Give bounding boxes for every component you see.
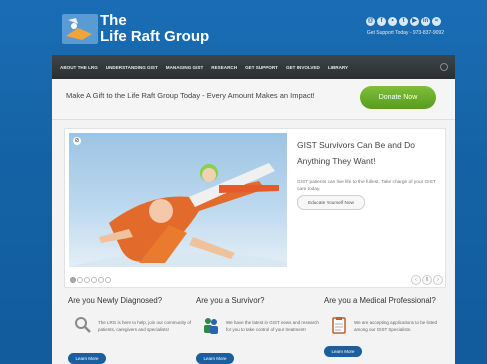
hero-slider: ⊘ GIST Survivors Can Be and Do Anything …: [64, 128, 446, 288]
nav-managing-gist[interactable]: MANAGING GIST: [166, 65, 204, 70]
nav-research[interactable]: RESEARCH: [211, 65, 237, 70]
nav-understanding-gist[interactable]: UNDERSTANDING GIST: [106, 65, 158, 70]
pause-icon[interactable]: ⊘: [73, 137, 81, 145]
people-icon: [204, 318, 218, 334]
nav-get-involved[interactable]: GET INVOLVED: [286, 65, 320, 70]
youtube-icon[interactable]: ▶: [410, 17, 419, 26]
survivor-heading: Are you a Survivor?: [196, 296, 265, 305]
educate-yourself-button[interactable]: Educate Yourself Now: [297, 195, 365, 210]
survivor-text: We have the latest in GIST news and rese…: [226, 320, 319, 332]
slide-dot[interactable]: [98, 277, 104, 283]
nav-library[interactable]: LIBRARY: [328, 65, 348, 70]
newly-diagnosed-text: The LRG is here to help, join our commun…: [98, 320, 192, 332]
prev-slide-icon[interactable]: ‹: [411, 275, 421, 285]
clipboard-icon: [332, 317, 346, 334]
donate-button[interactable]: Donate Now: [360, 86, 436, 109]
rss-icon[interactable]: ≈: [432, 17, 441, 26]
slide-dot[interactable]: [84, 277, 90, 283]
survivor-section: Are you a Survivor? We have the latest i…: [196, 296, 321, 364]
magnifier-icon: [75, 317, 91, 333]
medical-professional-heading: Are you a Medical Professional?: [324, 296, 436, 305]
support-phone[interactable]: Get Support Today - 973-837-9092: [326, 30, 444, 36]
slide-description: GIST patients can live life to the fulle…: [297, 180, 436, 192]
facebook-icon[interactable]: f: [377, 17, 386, 26]
next-slide-icon[interactable]: ›: [433, 275, 443, 285]
donation-banner: Make A Gift to the Life Raft Group Today…: [52, 79, 455, 120]
pause-slide-icon[interactable]: ǁ: [422, 275, 432, 285]
social-icons: @ f • t ▶ in ≈: [366, 17, 441, 26]
life-raft-logo-icon[interactable]: [62, 14, 98, 44]
slide-dot[interactable]: [70, 277, 76, 283]
twitter-icon[interactable]: t: [399, 17, 408, 26]
skydiving-photo: ⊘: [69, 133, 287, 267]
nav-about[interactable]: ABOUT THE LRG: [60, 65, 98, 70]
flickr-icon[interactable]: •: [388, 17, 397, 26]
learn-more-button[interactable]: Learn More: [196, 353, 234, 364]
newly-diagnosed-section: Are you Newly Diagnosed? The LRG is here…: [68, 296, 193, 364]
site-title[interactable]: The Life Raft Group: [100, 13, 209, 45]
email-icon[interactable]: @: [366, 17, 375, 26]
slide-title: GIST Survivors Can Be and Do Anything Th…: [297, 140, 415, 166]
learn-more-button[interactable]: Learn More: [324, 346, 362, 357]
medical-professional-text: We are accepting applications to be list…: [354, 320, 437, 332]
slider-controls: ‹ ǁ ›: [411, 275, 443, 285]
donation-message: Make A Gift to the Life Raft Group Today…: [66, 91, 315, 100]
slide-dot[interactable]: [77, 277, 83, 283]
linkedin-icon[interactable]: in: [421, 17, 430, 26]
main-nav: ABOUT THE LRG UNDERSTANDING GIST MANAGIN…: [52, 55, 455, 79]
newly-diagnosed-heading: Are you Newly Diagnosed?: [68, 296, 163, 305]
nav-get-support[interactable]: GET SUPPORT: [245, 65, 278, 70]
skydiving-illustration: [70, 163, 287, 267]
slide-dot[interactable]: [91, 277, 97, 283]
medical-professional-section: Are you a Medical Professional? We are a…: [324, 296, 449, 364]
site-title-line2: Life Raft Group: [100, 28, 210, 45]
search-icon[interactable]: [440, 63, 448, 71]
slide-dot[interactable]: [105, 277, 111, 283]
slide-pagination: [70, 277, 111, 283]
site-title-line1: The: [100, 12, 127, 29]
learn-more-button[interactable]: Learn More: [68, 353, 106, 364]
